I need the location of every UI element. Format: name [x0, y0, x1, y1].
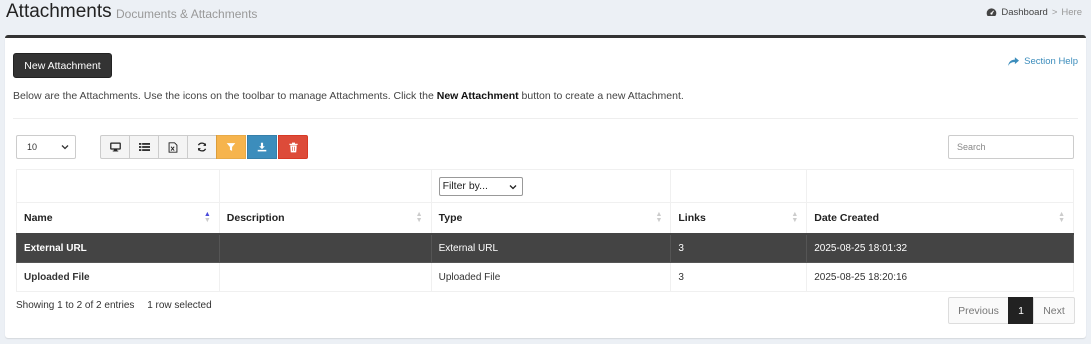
- sort-icon: ▲ ▼: [415, 211, 423, 224]
- table-toolbar: [100, 135, 308, 159]
- column-header-links[interactable]: Links ▲ ▼: [670, 202, 808, 235]
- page-header: Attachments Documents & Attachments Dash…: [0, 0, 1091, 30]
- cell-name: Uploaded File: [16, 262, 220, 292]
- previous-page-button[interactable]: Previous: [948, 297, 1009, 324]
- page-length-value: 10: [27, 142, 38, 152]
- sort-icon: ▲ ▼: [1058, 211, 1065, 224]
- cell-type: External URL: [430, 233, 672, 263]
- excel-file-icon: [168, 141, 178, 153]
- table-header-row: Name ▲ ▼ Description ▲ ▼ Type ▲ ▼ Links ▲ ▼ Date…: [16, 202, 1074, 235]
- column-header-type[interactable]: Type ▲ ▼: [430, 202, 672, 235]
- column-visibility-button[interactable]: [100, 135, 130, 159]
- list-icon: [138, 143, 150, 151]
- sort-icon: ▲ ▼: [655, 211, 663, 224]
- filter-cell: [16, 169, 220, 203]
- breadcrumb-dashboard[interactable]: Dashboard: [1001, 7, 1047, 18]
- download-icon: [257, 142, 267, 152]
- column-header-description[interactable]: Description ▲ ▼: [218, 202, 432, 235]
- divider: [13, 118, 1078, 119]
- table-row[interactable]: External URL External URL 3 2025-08-25 1…: [16, 233, 1074, 263]
- type-filter-value: Filter by...: [442, 180, 488, 192]
- filter-cell: [670, 169, 808, 203]
- column-header-label: Date Created: [814, 211, 880, 224]
- sort-icon: ▲ ▼: [791, 211, 799, 224]
- intro-text-before: Below are the Attachments. Use the icons…: [13, 90, 437, 102]
- cell-date-created: 2025-08-25 18:20:16: [806, 262, 1074, 292]
- page-length-select[interactable]: 10: [16, 135, 76, 159]
- table-info: Showing 1 to 2 of 2 entries 1 row select…: [16, 300, 212, 311]
- attachments-panel: New Attachment Section Help Below are th…: [5, 35, 1086, 338]
- current-page-button[interactable]: 1: [1008, 297, 1034, 324]
- filter-icon: [226, 143, 236, 151]
- delete-button[interactable]: [278, 135, 308, 159]
- cell-name: External URL: [16, 233, 220, 263]
- refresh-icon: [197, 142, 207, 152]
- type-filter-select[interactable]: Filter by...: [438, 176, 523, 196]
- attachments-table: Filter by... Name ▲ ▼ Description ▲ ▼ Type ▲ ▼…: [16, 169, 1074, 292]
- section-help-link[interactable]: Section Help: [1008, 56, 1078, 67]
- column-header-name[interactable]: Name ▲ ▼: [16, 202, 220, 235]
- cell-links: 3: [670, 233, 808, 263]
- monitor-icon: [109, 142, 121, 152]
- download-button[interactable]: [247, 135, 277, 159]
- share-arrow-icon: [1008, 56, 1020, 66]
- page-title: Attachments: [6, 1, 112, 22]
- cell-date-created: 2025-08-25 18:01:32: [806, 233, 1074, 263]
- breadcrumb-current: Here: [1061, 7, 1082, 18]
- table-row[interactable]: Uploaded File Uploaded File 3 2025-08-25…: [16, 262, 1074, 292]
- intro-text-after: button to create a new Attachment.: [518, 90, 684, 102]
- column-header-label: Type: [438, 211, 463, 224]
- intro-text: Below are the Attachments. Use the icons…: [13, 90, 684, 102]
- dashboard-icon: [987, 8, 997, 17]
- refresh-button[interactable]: [187, 135, 217, 159]
- cell-type: Uploaded File: [430, 262, 672, 292]
- list-view-button[interactable]: [129, 135, 159, 159]
- intro-text-bold: New Attachment: [436, 90, 519, 102]
- selection-info: 1 row selected: [147, 300, 212, 311]
- breadcrumb-separator: >: [1051, 7, 1058, 18]
- next-page-button[interactable]: Next: [1033, 297, 1075, 324]
- filter-button[interactable]: [216, 135, 246, 159]
- entries-info: Showing 1 to 2 of 2 entries: [16, 300, 135, 311]
- filter-cell: [218, 169, 432, 203]
- cell-description: [218, 233, 432, 263]
- filter-row: Filter by...: [16, 169, 1074, 203]
- trash-icon: [288, 142, 298, 152]
- column-header-label: Name: [24, 211, 53, 224]
- cell-links: 3: [670, 262, 808, 292]
- column-header-date-created[interactable]: Date Created ▲ ▼: [806, 202, 1074, 235]
- chevron-down-icon: [61, 145, 69, 150]
- sort-icon: ▲ ▼: [203, 211, 211, 224]
- column-header-label: Links: [678, 211, 706, 224]
- filter-cell: Filter by...: [430, 169, 672, 203]
- filter-cell: [806, 169, 1074, 203]
- section-help-label: Section Help: [1024, 56, 1078, 67]
- cell-description: [218, 262, 432, 292]
- pagination: Previous 1 Next: [948, 297, 1075, 324]
- breadcrumb: Dashboard > Here: [986, 7, 1082, 18]
- chevron-down-icon: [509, 184, 517, 189]
- export-excel-button[interactable]: [158, 135, 188, 159]
- new-attachment-button[interactable]: New Attachment: [13, 53, 112, 78]
- page-subtitle: Documents & Attachments: [116, 7, 258, 21]
- search-input[interactable]: [948, 135, 1074, 159]
- column-header-label: Description: [226, 211, 285, 224]
